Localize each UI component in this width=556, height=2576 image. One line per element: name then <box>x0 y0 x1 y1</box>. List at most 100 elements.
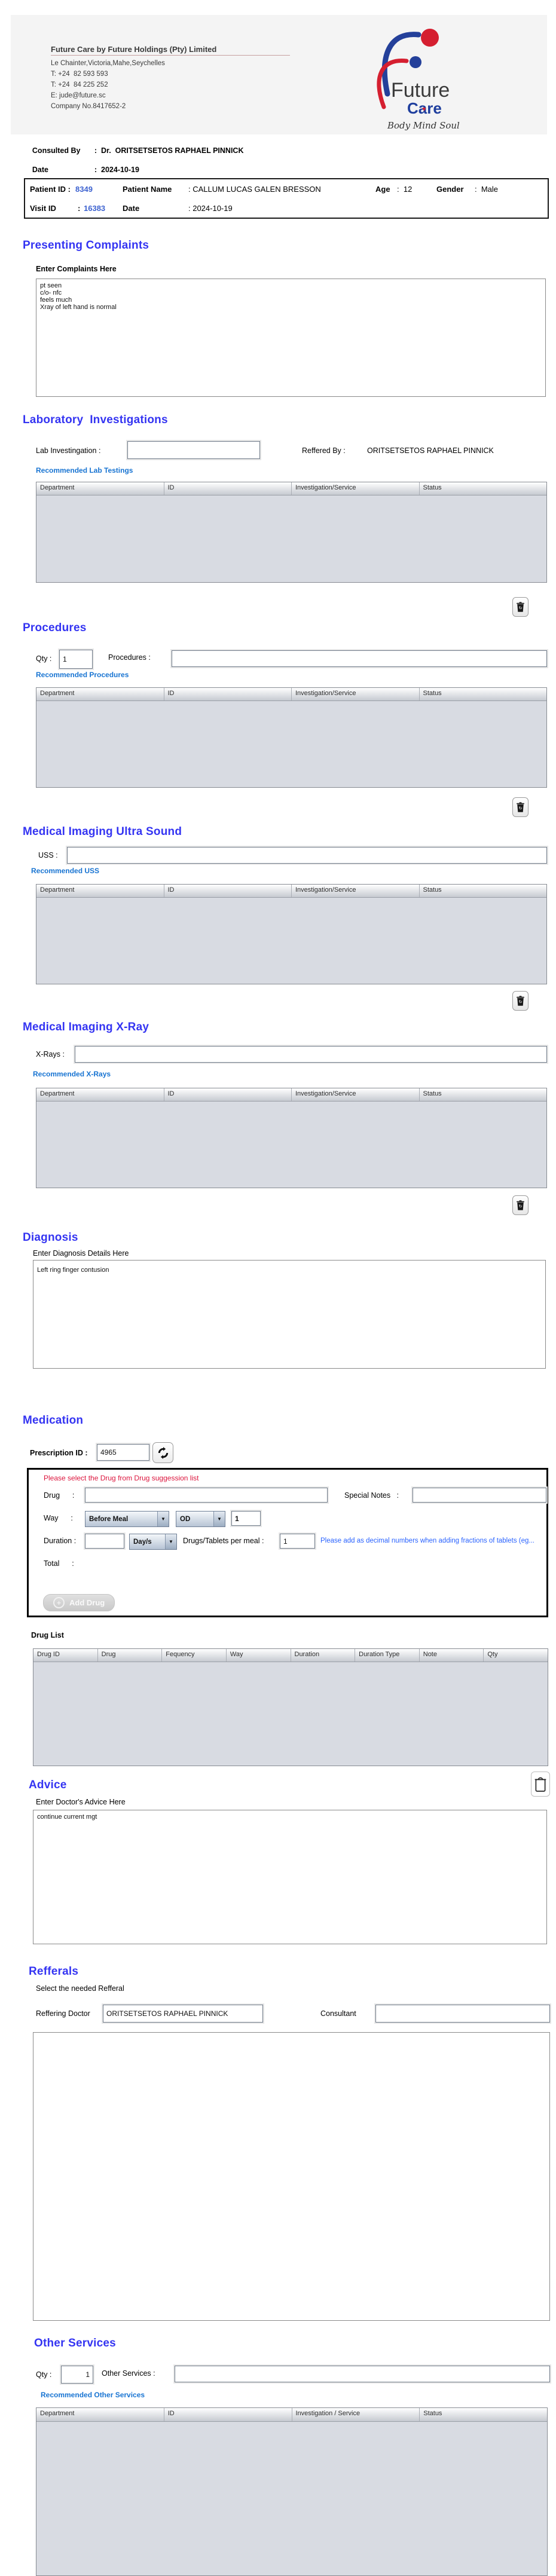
prescription-id-label: Prescription ID : <box>30 1449 88 1457</box>
column-header-duration-type: Duration Type <box>355 1649 420 1662</box>
other-services-qty-input[interactable] <box>61 2366 93 2384</box>
column-header-id: ID <box>164 482 292 495</box>
column-header-drug-id: Drug ID <box>33 1649 98 1662</box>
trash-outline-icon <box>534 1777 546 1792</box>
company-phone-2: T: +24 84 225 252 <box>51 81 108 88</box>
procedures-table-header: Department ID Investigation/Service Stat… <box>36 688 546 701</box>
header: Future Care by Future Holdings (Pty) Lim… <box>11 15 547 134</box>
column-header-department: Department <box>36 688 164 700</box>
lab-investigation-input[interactable] <box>127 441 260 459</box>
company-info: Future Care by Future Holdings (Pty) Lim… <box>51 45 290 111</box>
svg-text:↻: ↻ <box>519 1000 523 1004</box>
reffering-doctor-input[interactable] <box>103 2005 263 2023</box>
patient-name-label: Patient Name <box>123 185 172 194</box>
trash-icon: ↻ <box>517 1200 524 1210</box>
prescription-id-input[interactable] <box>97 1444 149 1461</box>
way-select[interactable]: Before Meal ▼ <box>85 1511 169 1527</box>
procedures-input[interactable] <box>172 650 547 667</box>
age-value: : 12 <box>397 185 413 194</box>
per-meal-label: Drugs/Tablets per meal : <box>183 1537 264 1545</box>
other-services-heading: Other Services <box>34 2337 116 2349</box>
svg-text:↻: ↻ <box>519 806 523 810</box>
procedures-delete-button[interactable]: ↻ <box>512 797 528 817</box>
trash-icon: ↻ <box>517 602 524 612</box>
drug-entry-panel: Please select the Drug from Drug suggess… <box>27 1468 548 1617</box>
column-header-id: ID <box>164 885 292 897</box>
advice-textarea[interactable]: continue current mgt <box>33 1810 547 1944</box>
gender-label: Gender <box>436 185 464 194</box>
company-address: Le Chainter,Victoria,Mahe,Seychelles <box>51 60 165 67</box>
complaints-textarea[interactable]: pt seen c/o- nfc feels much Xray of left… <box>36 279 546 397</box>
patient-id-value: 8349 <box>75 185 93 194</box>
column-header-department: Department <box>36 1088 164 1101</box>
other-services-input[interactable] <box>175 2366 550 2382</box>
advice-delete-button[interactable] <box>531 1772 550 1797</box>
drug-input[interactable] <box>85 1488 328 1503</box>
recommended-uss-link[interactable]: Recommended USS <box>31 867 99 875</box>
total-label: Total : <box>44 1559 74 1568</box>
other-services-table: Department ID Investigation / Service St… <box>36 2407 548 2576</box>
column-header-qty: Qty <box>487 1651 498 1658</box>
logo-heart-icon: ♥ <box>422 106 426 113</box>
diagnosis-textarea[interactable]: Left ring finger contusion <box>33 1260 546 1369</box>
uss-input[interactable] <box>67 847 547 864</box>
reffering-doctor-label: Reffering Doctor <box>36 2009 90 2018</box>
procedures-table-body[interactable] <box>36 701 546 788</box>
age-label: Age <box>375 185 390 194</box>
visit-id-label: Visit ID <box>30 204 56 213</box>
column-header-id: ID <box>164 2408 292 2421</box>
way-qty-input[interactable] <box>231 1511 261 1526</box>
duration-type-select[interactable]: Day/s ▼ <box>129 1534 177 1550</box>
company-logo: Future Care ♥ Body Mind Soul <box>369 22 477 139</box>
uss-delete-button[interactable]: ↻ <box>512 991 528 1011</box>
column-header-status: Status <box>423 1090 442 1097</box>
add-drug-button[interactable]: + Add Drug <box>43 1594 115 1611</box>
other-services-input-label: Other Services : <box>102 2369 155 2378</box>
column-header-investigation-service: Investigation/Service <box>292 1088 420 1101</box>
consultant-input[interactable] <box>375 2005 550 2023</box>
chevron-down-icon: ▼ <box>213 1512 225 1526</box>
plus-circle-icon: + <box>53 1597 65 1608</box>
drug-list-table-body[interactable] <box>33 1662 548 1766</box>
xray-delete-button[interactable]: ↻ <box>512 1195 528 1215</box>
special-notes-label: Special Notes : <box>344 1491 399 1500</box>
refresh-prescription-button[interactable] <box>152 1442 173 1463</box>
uss-table-body[interactable] <box>36 898 546 984</box>
procedures-qty-input[interactable] <box>59 650 93 669</box>
procedures-table: Department ID Investigation/Service Stat… <box>36 687 547 788</box>
duration-input[interactable] <box>85 1534 124 1549</box>
lab-table-body[interactable] <box>36 495 546 583</box>
xray-table-body[interactable] <box>36 1102 546 1188</box>
lab-input-label: Lab Investingation : <box>36 446 101 455</box>
column-header-status: Status <box>423 886 442 894</box>
recommended-other-services-link[interactable]: Recommended Other Services <box>41 2391 145 2399</box>
referrals-heading: Refferals <box>29 1965 79 1978</box>
column-header-duration: Duration <box>291 1649 356 1662</box>
column-header-id: ID <box>164 688 292 700</box>
lab-heading: Laboratory Investigations <box>23 414 168 426</box>
referral-list-box[interactable] <box>33 2032 550 2321</box>
patient-id-label: Patient ID : <box>30 185 71 194</box>
column-header-status: Status <box>423 2410 442 2417</box>
recommended-lab-testings-link[interactable]: Recommended Lab Testings <box>36 466 133 475</box>
lab-table-header: Department ID Investigation/Service Stat… <box>36 482 546 495</box>
xray-input[interactable] <box>75 1046 547 1063</box>
fraction-note: Please add as decimal numbers when addin… <box>320 1537 534 1544</box>
column-header-investigation-service: Investigation/Service <box>292 482 420 495</box>
add-drug-label: Add Drug <box>69 1598 105 1607</box>
medication-heading: Medication <box>23 1414 84 1427</box>
column-header-note: Note <box>420 1649 484 1662</box>
company-email: E: jude@future.sc <box>51 92 106 99</box>
drug-list-table: Drug ID Drug Fequency Way Duration Durat… <box>33 1648 548 1766</box>
svg-text:↻: ↻ <box>519 606 523 610</box>
special-notes-input[interactable] <box>413 1488 546 1503</box>
frequency-select[interactable]: OD ▼ <box>176 1511 225 1527</box>
recommended-procedures-link[interactable]: Recommended Procedures <box>36 671 129 679</box>
lab-delete-button[interactable]: ↻ <box>512 597 528 617</box>
recommended-xrays-link[interactable]: Recommended X-Rays <box>33 1070 111 1078</box>
company-phone-1: T: +24 82 593 593 <box>51 71 108 78</box>
drug-warning-text: Please select the Drug from Drug suggess… <box>44 1474 199 1482</box>
per-meal-input[interactable] <box>280 1534 315 1549</box>
other-services-table-body[interactable] <box>36 2422 547 2576</box>
complaints-label: Enter Complaints Here <box>36 265 117 273</box>
